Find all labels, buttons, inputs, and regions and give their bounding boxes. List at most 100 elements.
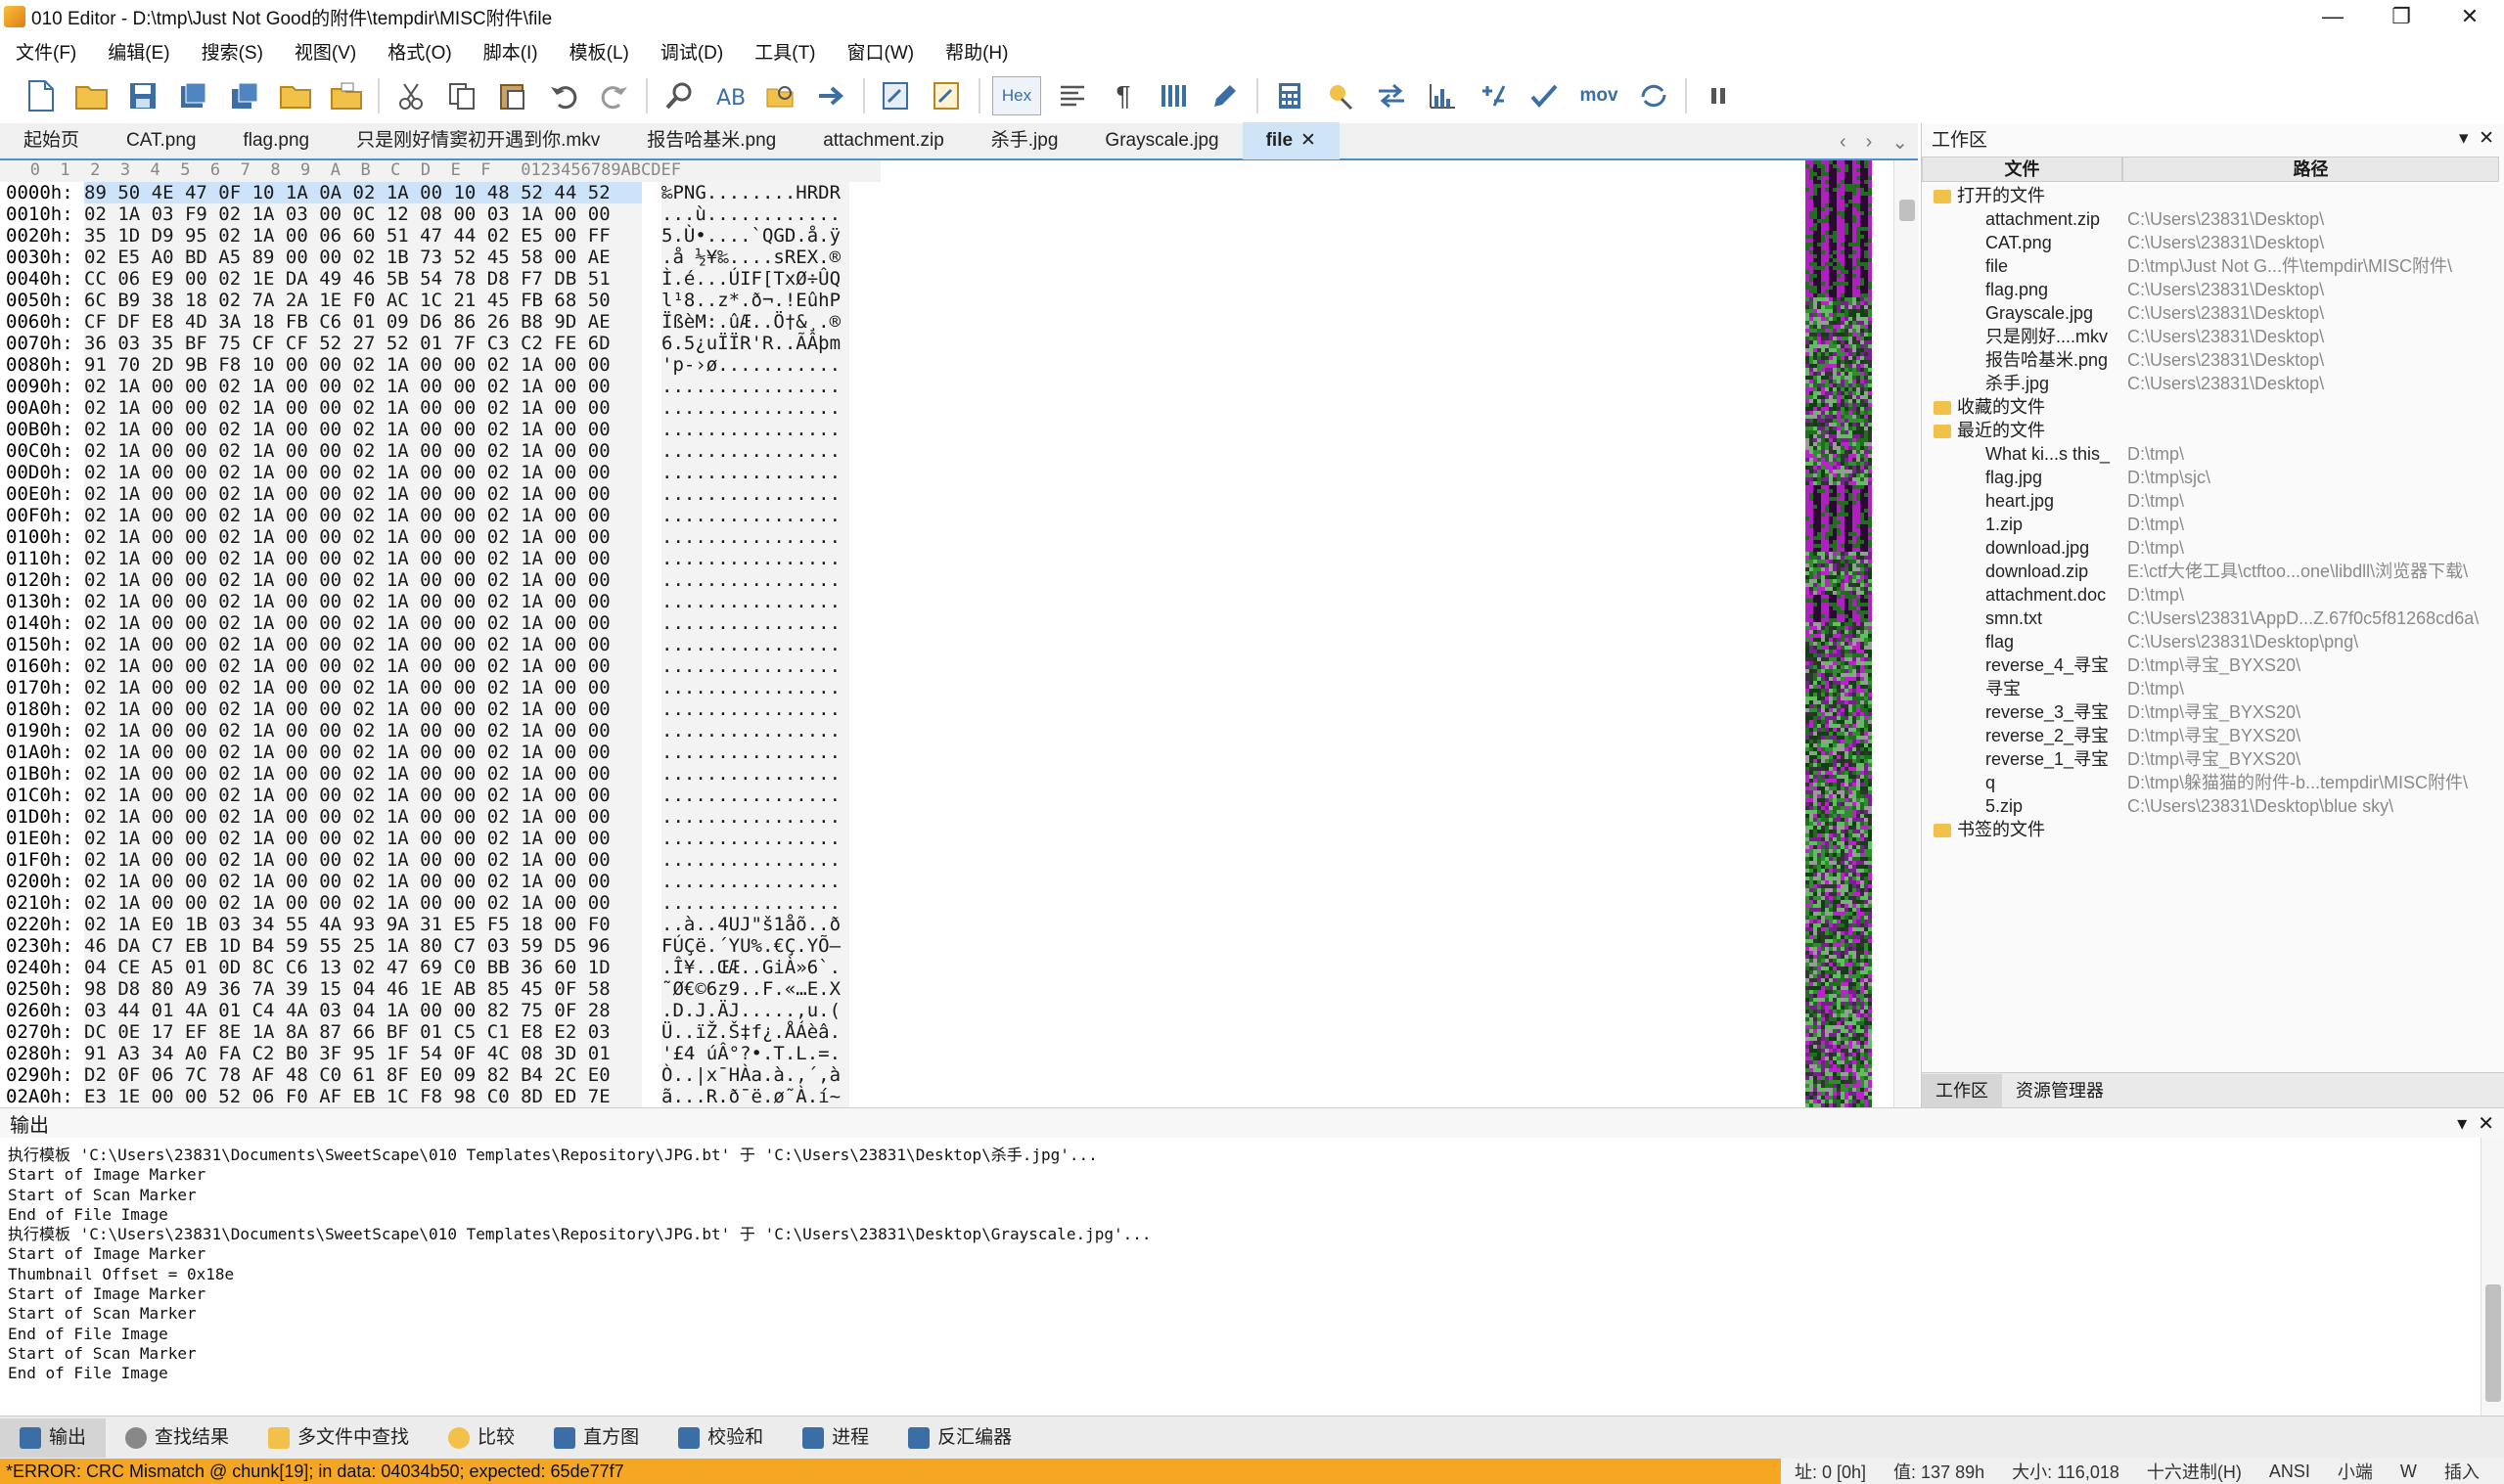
workspace-file-item[interactable]: attachment.zip C:\Users\23831\Desktop\ xyxy=(1922,207,2504,231)
hex-ascii[interactable]: FÚÇë.´YU%.€Ç.YÕ– xyxy=(661,935,849,957)
hex-bytes[interactable]: 02 E5 A0 BD A5 89 00 00 02 1B 73 52 45 5… xyxy=(84,247,642,268)
hex-ascii[interactable]: 5.Ù•....`QGD.å.ÿ xyxy=(661,225,849,247)
scroll-thumb[interactable] xyxy=(1899,200,1915,221)
workspace-file-item[interactable]: 寻宝 D:\tmp\ xyxy=(1922,677,2504,700)
hex-row[interactable]: 0030h: 02 E5 A0 BD A5 89 00 00 02 1B 73 5… xyxy=(0,247,881,268)
menu-help[interactable]: 帮助(H) xyxy=(930,38,1024,65)
highlight-icon[interactable] xyxy=(1206,76,1245,115)
hex-row[interactable]: 0290h: D2 0F 06 7C 78 AF 48 C0 61 8F E0 0… xyxy=(0,1064,881,1086)
save-as-icon[interactable] xyxy=(174,76,213,115)
hex-bytes[interactable]: 35 1D D9 95 02 1A 00 06 60 51 47 44 02 E… xyxy=(84,225,642,247)
workspace-file-item[interactable]: download.jpg D:\tmp\ xyxy=(1922,536,2504,560)
hex-ascii[interactable]: ................ xyxy=(661,806,849,828)
show-whitespace-icon[interactable]: ¶ xyxy=(1104,76,1143,115)
hex-row[interactable]: 00E0h: 02 1A 00 00 02 1A 00 00 02 1A 00 0… xyxy=(0,483,881,505)
status-endian[interactable]: 小端 xyxy=(2324,1459,2387,1484)
hex-row[interactable]: 0100h: 02 1A 00 00 02 1A 00 00 02 1A 00 0… xyxy=(0,526,881,548)
tab-disassembler[interactable]: 反汇编器 xyxy=(888,1418,1031,1458)
hex-row[interactable]: 00D0h: 02 1A 00 00 02 1A 00 00 02 1A 00 0… xyxy=(0,462,881,483)
tab-cat-png[interactable]: CAT.png xyxy=(103,122,219,159)
arithmetic-icon[interactable] xyxy=(1474,76,1513,115)
panel-menu-icon[interactable]: ▾ xyxy=(2459,128,2469,149)
hex-bytes[interactable]: 91 70 2D 9B F8 10 00 00 02 1A 00 00 02 1… xyxy=(84,354,642,376)
hex-row[interactable]: 0110h: 02 1A 00 00 02 1A 00 00 02 1A 00 0… xyxy=(0,548,881,569)
minimize-button[interactable]: — xyxy=(2299,0,2367,33)
favorites-folder[interactable]: 收藏的文件 xyxy=(1922,395,2504,419)
status-encoding[interactable]: ANSI xyxy=(2255,1462,2324,1482)
hex-row[interactable]: 01F0h: 02 1A 00 00 02 1A 00 00 02 1A 00 0… xyxy=(0,849,881,871)
tab-list-icon[interactable]: ⌄ xyxy=(1891,130,1908,155)
workspace-file-item[interactable]: flag.png C:\Users\23831\Desktop\ xyxy=(1922,278,2504,301)
hex-ascii[interactable]: ................ xyxy=(661,742,849,763)
tab-find-results[interactable]: 查找结果 xyxy=(106,1418,249,1458)
hex-row[interactable]: 0010h: 02 1A 03 F9 02 1A 03 00 0C 12 08 0… xyxy=(0,203,881,225)
hex-ascii[interactable]: ................ xyxy=(661,462,849,483)
hex-ascii[interactable]: ................ xyxy=(661,483,849,505)
hex-bytes[interactable]: 02 1A 00 00 02 1A 00 00 02 1A 00 00 02 1… xyxy=(84,698,642,720)
workspace-file-item[interactable]: Grayscale.jpg C:\Users\23831\Desktop\ xyxy=(1922,301,2504,325)
hex-ascii[interactable]: ................ xyxy=(661,785,849,806)
hex-ascii[interactable]: '£4 úÂ°?•.T.L.=. xyxy=(661,1043,849,1064)
tab-histogram[interactable]: 直方图 xyxy=(534,1418,659,1458)
hex-row[interactable]: 0180h: 02 1A 00 00 02 1A 00 00 02 1A 00 0… xyxy=(0,698,881,720)
hex-bytes[interactable]: 02 1A 00 00 02 1A 00 00 02 1A 00 00 02 1… xyxy=(84,612,642,634)
tab-start-page[interactable]: 起始页 xyxy=(0,122,103,159)
hex-row[interactable]: 0050h: 6C B9 38 18 02 7A 2A 1E F0 AC 1C 2… xyxy=(0,290,881,311)
menu-file[interactable]: 文件(F) xyxy=(0,38,92,65)
hex-bytes[interactable]: 02 1A 00 00 02 1A 00 00 02 1A 00 00 02 1… xyxy=(84,742,642,763)
hex-editor[interactable]: 0 1 2 3 4 5 6 7 8 9 A B C D E F 01234567… xyxy=(0,160,1805,1107)
hex-ascii[interactable]: ÏßèM:.ûÆ..Ö†&¸.® xyxy=(661,311,849,333)
hex-row[interactable]: 0280h: 91 A3 34 A0 FA C2 B0 3F 95 1F 54 0… xyxy=(0,1043,881,1064)
hex-row[interactable]: 0150h: 02 1A 00 00 02 1A 00 00 02 1A 00 0… xyxy=(0,634,881,655)
workspace-file-item[interactable]: 只是刚好....mkv C:\Users\23831\Desktop\ xyxy=(1922,325,2504,348)
tab-report-png[interactable]: 报告哈基米.png xyxy=(623,122,799,159)
new-file-icon[interactable] xyxy=(22,76,61,115)
tab-explorer[interactable]: 资源管理器 xyxy=(2002,1074,2117,1107)
column-mode-icon[interactable] xyxy=(1155,76,1194,115)
mov-icon[interactable]: mov xyxy=(1575,76,1622,115)
hex-bytes[interactable]: 91 A3 34 A0 FA C2 B0 3F 95 1F 54 0F 4C 0… xyxy=(84,1043,642,1064)
hex-bytes[interactable]: 02 1A 00 00 02 1A 00 00 02 1A 00 00 02 1… xyxy=(84,785,642,806)
hex-ascii[interactable]: ................ xyxy=(661,655,849,677)
hex-row[interactable]: 0200h: 02 1A 00 00 02 1A 00 00 02 1A 00 0… xyxy=(0,871,881,892)
hex-ascii[interactable]: .Î¥..ŒÆ..GiÀ»6`. xyxy=(661,957,849,978)
close-panel-icon[interactable]: ✕ xyxy=(2478,1113,2494,1135)
workspace-file-item[interactable]: smn.txt C:\Users\23831\AppD...Z.67f0c5f81… xyxy=(1922,607,2504,630)
hex-ascii[interactable]: Ü..ïŽ.Š‡f¿.ÅÁèâ. xyxy=(661,1021,849,1043)
hex-bytes[interactable]: 04 CE A5 01 0D 8C C6 13 02 47 69 C0 BB 3… xyxy=(84,957,642,978)
tab-next-icon[interactable]: › xyxy=(1866,131,1873,154)
workspace-file-item[interactable]: reverse_1_寻宝 D:\tmp\寻宝_BYXS20\ xyxy=(1922,747,2504,771)
hex-ascii[interactable]: ................ xyxy=(661,569,849,591)
workspace-file-item[interactable]: reverse_3_寻宝 D:\tmp\寻宝_BYXS20\ xyxy=(1922,700,2504,724)
base-convert-icon[interactable] xyxy=(1634,76,1673,115)
pause-icon[interactable] xyxy=(1699,76,1738,115)
menu-templates[interactable]: 模板(L) xyxy=(554,38,645,65)
histogram-icon[interactable] xyxy=(1423,76,1462,115)
output-scrollbar[interactable] xyxy=(2481,1138,2504,1417)
hex-ascii[interactable]: ................ xyxy=(661,849,849,871)
hex-row[interactable]: 0140h: 02 1A 00 00 02 1A 00 00 02 1A 00 0… xyxy=(0,612,881,634)
hex-row[interactable]: 0230h: 46 DA C7 EB 1D B4 59 55 25 1A 80 C… xyxy=(0,935,881,957)
workspace-file-item[interactable]: download.zip E:\ctf大佬工具\ctftoo...one\libd… xyxy=(1922,560,2504,583)
menu-debug[interactable]: 调试(D) xyxy=(645,38,739,65)
hex-row[interactable]: 00B0h: 02 1A 00 00 02 1A 00 00 02 1A 00 0… xyxy=(0,419,881,440)
close-window-button[interactable]: ✕ xyxy=(2436,0,2504,33)
workspace-file-item[interactable]: 杀手.jpg C:\Users\23831\Desktop\ xyxy=(1922,372,2504,395)
paste-icon[interactable] xyxy=(493,76,532,115)
status-w[interactable]: W xyxy=(2387,1462,2431,1482)
hex-row[interactable]: 0130h: 02 1A 00 00 02 1A 00 00 02 1A 00 0… xyxy=(0,591,881,612)
workspace-file-item[interactable]: q D:\tmp\躲猫猫的附件-b...tempdir\MISC附件\ xyxy=(1922,771,2504,794)
find-icon[interactable] xyxy=(660,76,699,115)
hex-bytes[interactable]: 02 1A 00 00 02 1A 00 00 02 1A 00 00 02 1… xyxy=(84,419,642,440)
hex-bytes[interactable]: 02 1A 00 00 02 1A 00 00 02 1A 00 00 02 1… xyxy=(84,376,642,397)
hex-row[interactable]: 0220h: 02 1A E0 1B 03 34 55 4A 93 9A 31 E… xyxy=(0,914,881,935)
hex-ascii[interactable]: ................ xyxy=(661,548,849,569)
hex-bytes[interactable]: 89 50 4E 47 0F 10 1A 0A 02 1A 00 10 48 5… xyxy=(84,182,642,203)
tab-grayscale-jpg[interactable]: Grayscale.jpg xyxy=(1081,122,1242,159)
maximize-button[interactable]: ❐ xyxy=(2367,0,2436,33)
cut-icon[interactable] xyxy=(391,76,431,115)
hex-ascii[interactable]: ˜Ø€©6z9..F.«…E.X xyxy=(661,978,849,1000)
hex-ascii[interactable]: 'p-›ø........... xyxy=(661,354,849,376)
hex-ascii[interactable]: ..à..4UJ"š1åõ..ð xyxy=(661,914,849,935)
hex-row[interactable]: 01C0h: 02 1A 00 00 02 1A 00 00 02 1A 00 0… xyxy=(0,785,881,806)
